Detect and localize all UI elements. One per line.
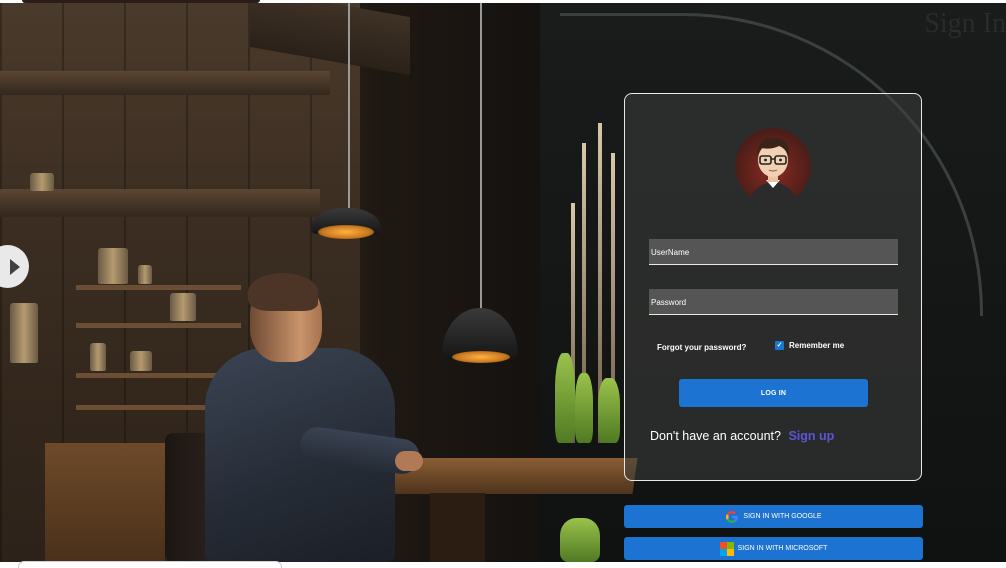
jar — [98, 248, 128, 284]
shelf — [76, 323, 241, 328]
signup-link[interactable]: Sign up — [788, 429, 834, 443]
plant — [560, 518, 600, 562]
lamp-cord — [348, 3, 350, 208]
signup-row: Don't have an account? Sign up — [650, 429, 834, 443]
person-hair — [248, 273, 318, 311]
google-signin-button[interactable]: SIGN IN WITH GOOGLE — [624, 505, 923, 528]
login-button[interactable]: LOG IN — [679, 379, 868, 407]
lamp-cord — [480, 3, 482, 308]
username-input[interactable] — [649, 239, 898, 265]
microsoft-signin-label: SIGN IN WITH MICROSOFT — [737, 545, 828, 552]
plant — [598, 378, 620, 443]
jar — [30, 173, 54, 191]
microsoft-signin-button[interactable]: SIGN IN WITH MICROSOFT — [624, 537, 923, 560]
google-icon — [726, 510, 739, 523]
background-title: Sign In — [924, 8, 1006, 39]
chevron-right-icon — [10, 258, 20, 275]
lamp-glow — [452, 351, 510, 363]
avatar-illustration — [749, 138, 797, 204]
check-icon[interactable]: ✓ — [775, 341, 784, 350]
wall-beam — [0, 189, 320, 217]
plant — [575, 373, 593, 443]
person-hand — [395, 451, 423, 471]
no-account-text: Don't have an account? — [650, 429, 781, 443]
google-signin-label: SIGN IN WITH GOOGLE — [743, 513, 822, 520]
jar — [170, 293, 196, 321]
login-card: Forgot your password? ✓ Remember me LOG … — [624, 93, 922, 481]
shelf — [76, 285, 241, 290]
desk-leg — [430, 493, 485, 562]
user-avatar — [735, 128, 811, 204]
microsoft-icon — [719, 541, 734, 556]
remember-me-label: Remember me — [789, 341, 845, 350]
jar — [130, 351, 152, 371]
plant — [555, 353, 575, 443]
remember-me-checkbox[interactable]: ✓ Remember me — [775, 341, 844, 350]
jar — [90, 343, 106, 371]
jar — [138, 265, 152, 284]
jar — [10, 303, 38, 363]
wall-beam — [0, 71, 330, 95]
forgot-password-link[interactable]: Forgot your password? — [657, 343, 746, 352]
lamp-glow — [318, 225, 374, 239]
password-input[interactable] — [649, 289, 898, 315]
cabinet — [45, 443, 165, 562]
